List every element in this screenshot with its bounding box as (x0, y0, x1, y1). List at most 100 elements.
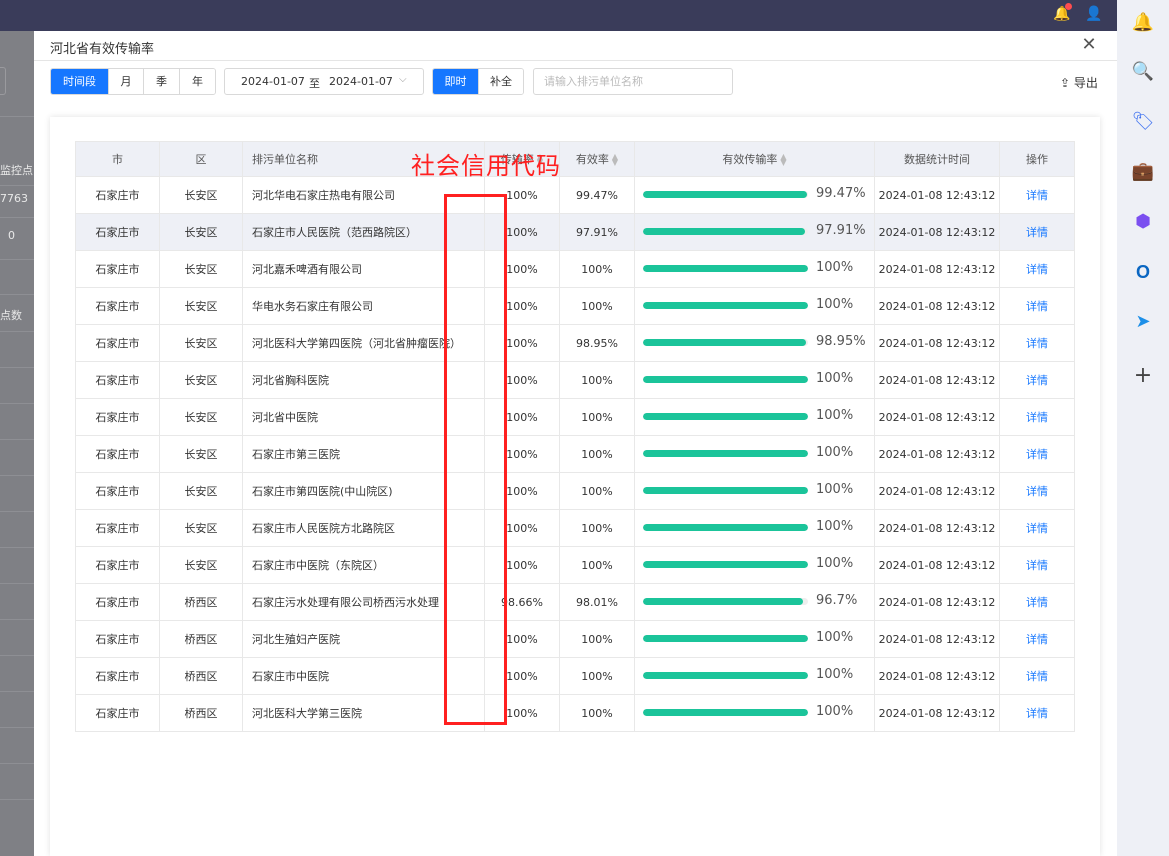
progress-bar (643, 598, 808, 605)
cell-district: 长安区 (159, 435, 243, 473)
sort-icon[interactable]: ▲ ▼ (612, 153, 618, 167)
cell-stat-time: 2024-01-08 12:43:12 (874, 250, 1000, 288)
copilot-icon[interactable]: ⬢ (1131, 210, 1155, 234)
transfer-rate-dialog: 河北省有效传输率 ✕ 时间段 月 季 年 2024-01-07 至 2024-0… (34, 31, 1117, 856)
progress-bar (643, 339, 808, 346)
date-start[interactable]: 2024-01-07 (241, 75, 305, 88)
details-link[interactable]: 详情 (1026, 226, 1048, 239)
export-icon: ⇪ (1060, 76, 1071, 90)
cell-action: 详情 (999, 250, 1075, 288)
cell-city: 石家庄市 (75, 287, 160, 325)
sort-icon[interactable]: ▲ ▼ (780, 153, 786, 167)
details-link[interactable]: 详情 (1026, 596, 1048, 609)
cell-city: 石家庄市 (75, 176, 160, 214)
progress-fill (643, 413, 808, 420)
cell-city: 石家庄市 (75, 583, 160, 621)
column-header-valid-rate[interactable]: 有效率 ▲ ▼ (559, 141, 635, 177)
divider (0, 547, 34, 548)
chevron-down-icon: ⌵ (399, 74, 407, 85)
cell-district: 长安区 (159, 176, 243, 214)
tab-realtime[interactable]: 即时 (433, 69, 479, 94)
table-panel: 市 区 排污单位名称 传输率 ▲ ▼ 有效率 ▲ ▼ 有效传输率 ▲ ▼ 数据统计时间 操作… (50, 117, 1100, 856)
details-link[interactable]: 详情 (1026, 263, 1048, 276)
details-link[interactable]: 详情 (1026, 633, 1048, 646)
export-button[interactable]: ⇪ 导出 (1060, 74, 1098, 91)
details-link[interactable]: 详情 (1026, 189, 1048, 202)
cell-district: 长安区 (159, 324, 243, 362)
details-link[interactable]: 详情 (1026, 411, 1048, 424)
details-link[interactable]: 详情 (1026, 337, 1048, 350)
divider (0, 475, 34, 476)
table-row: 石家庄市 桥西区 河北医科大学第三医院 100% 100% 100% 2024-01-08 … (75, 694, 1075, 732)
table-row: 石家庄市 长安区 河北华电石家庄热电有限公司 100% 99.47% 99.47% 2024… (75, 176, 1075, 214)
column-header-effective-transfer-rate[interactable]: 有效传输率 ▲ ▼ (634, 141, 875, 177)
divider (0, 217, 34, 218)
tab-time-range[interactable]: 时间段 (51, 69, 109, 94)
date-end[interactable]: 2024-01-07 (329, 75, 393, 88)
cell-effective-rate: 98.95% (634, 324, 875, 362)
progress-bar (643, 265, 808, 272)
details-link[interactable]: 详情 (1026, 374, 1048, 387)
cell-valid-rate: 100% (559, 546, 635, 584)
cell-stat-time: 2024-01-08 12:43:12 (874, 620, 1000, 658)
tab-year[interactable]: 年 (180, 69, 215, 94)
background-header-text: 监控点 (0, 164, 33, 177)
progress-label: 100% (816, 482, 854, 497)
progress-label: 100% (816, 408, 854, 423)
details-link[interactable]: 详情 (1026, 300, 1048, 313)
background-label: 点数 (0, 309, 22, 322)
details-link[interactable]: 详情 (1026, 522, 1048, 535)
progress-fill (643, 598, 803, 605)
cell-valid-rate: 100% (559, 694, 635, 732)
date-range-picker[interactable]: 2024-01-07 至 2024-01-07 ⌵ (224, 68, 424, 95)
cell-district: 桥西区 (159, 694, 243, 732)
add-icon[interactable]: + (1131, 364, 1155, 388)
background-value: 7763 (0, 192, 28, 205)
cell-action: 详情 (999, 509, 1075, 547)
progress-bar (643, 524, 808, 531)
table-row: 石家庄市 桥西区 河北生殖妇产医院 100% 100% 100% 2024-01-08 12… (75, 620, 1075, 658)
details-link[interactable]: 详情 (1026, 559, 1048, 572)
bell-icon[interactable]: 🔔 (1131, 11, 1155, 35)
user-icon[interactable]: 👤 (1085, 5, 1103, 23)
tag-icon[interactable]: 🏷 (1131, 110, 1155, 134)
search-input[interactable] (533, 68, 733, 95)
divider (0, 511, 34, 512)
tab-quarter[interactable]: 季 (144, 69, 180, 94)
cell-effective-rate: 96.7% (634, 583, 875, 621)
cell-valid-rate: 100% (559, 435, 635, 473)
table-row: 石家庄市 长安区 石家庄市人民医院方北路院区 100% 100% 100% 2024-01-… (75, 509, 1075, 547)
progress-bar (643, 302, 808, 309)
progress-label: 99.47% (816, 186, 866, 201)
details-link[interactable]: 详情 (1026, 485, 1048, 498)
progress-label: 100% (816, 704, 854, 719)
divider (0, 691, 34, 692)
cell-district: 长安区 (159, 472, 243, 510)
tab-backfill[interactable]: 补全 (479, 69, 523, 94)
tab-month[interactable]: 月 (109, 69, 144, 94)
progress-label: 100% (816, 260, 854, 275)
table-row: 石家庄市 长安区 石家庄市中医院（东院区） 100% 100% 100% 2024-01-0… (75, 546, 1075, 584)
divider (0, 439, 34, 440)
cell-action: 详情 (999, 657, 1075, 695)
cell-action: 详情 (999, 287, 1075, 325)
send-icon[interactable]: ➤ (1131, 310, 1155, 334)
cell-action: 详情 (999, 213, 1075, 251)
details-link[interactable]: 详情 (1026, 707, 1048, 720)
divider (0, 619, 34, 620)
cell-stat-time: 2024-01-08 12:43:12 (874, 694, 1000, 732)
details-link[interactable]: 详情 (1026, 448, 1048, 461)
cell-action: 详情 (999, 546, 1075, 584)
cell-valid-rate: 98.95% (559, 324, 635, 362)
divider (0, 259, 34, 260)
cell-district: 桥西区 (159, 583, 243, 621)
cell-valid-rate: 100% (559, 657, 635, 695)
divider (0, 294, 34, 295)
search-icon[interactable]: 🔍 (1131, 60, 1155, 84)
cell-valid-rate: 100% (559, 472, 635, 510)
briefcase-icon[interactable]: 💼 (1131, 160, 1155, 184)
close-icon[interactable]: ✕ (1079, 35, 1099, 55)
details-link[interactable]: 详情 (1026, 670, 1048, 683)
cell-stat-time: 2024-01-08 12:43:12 (874, 398, 1000, 436)
outlook-icon[interactable]: O (1131, 260, 1155, 284)
